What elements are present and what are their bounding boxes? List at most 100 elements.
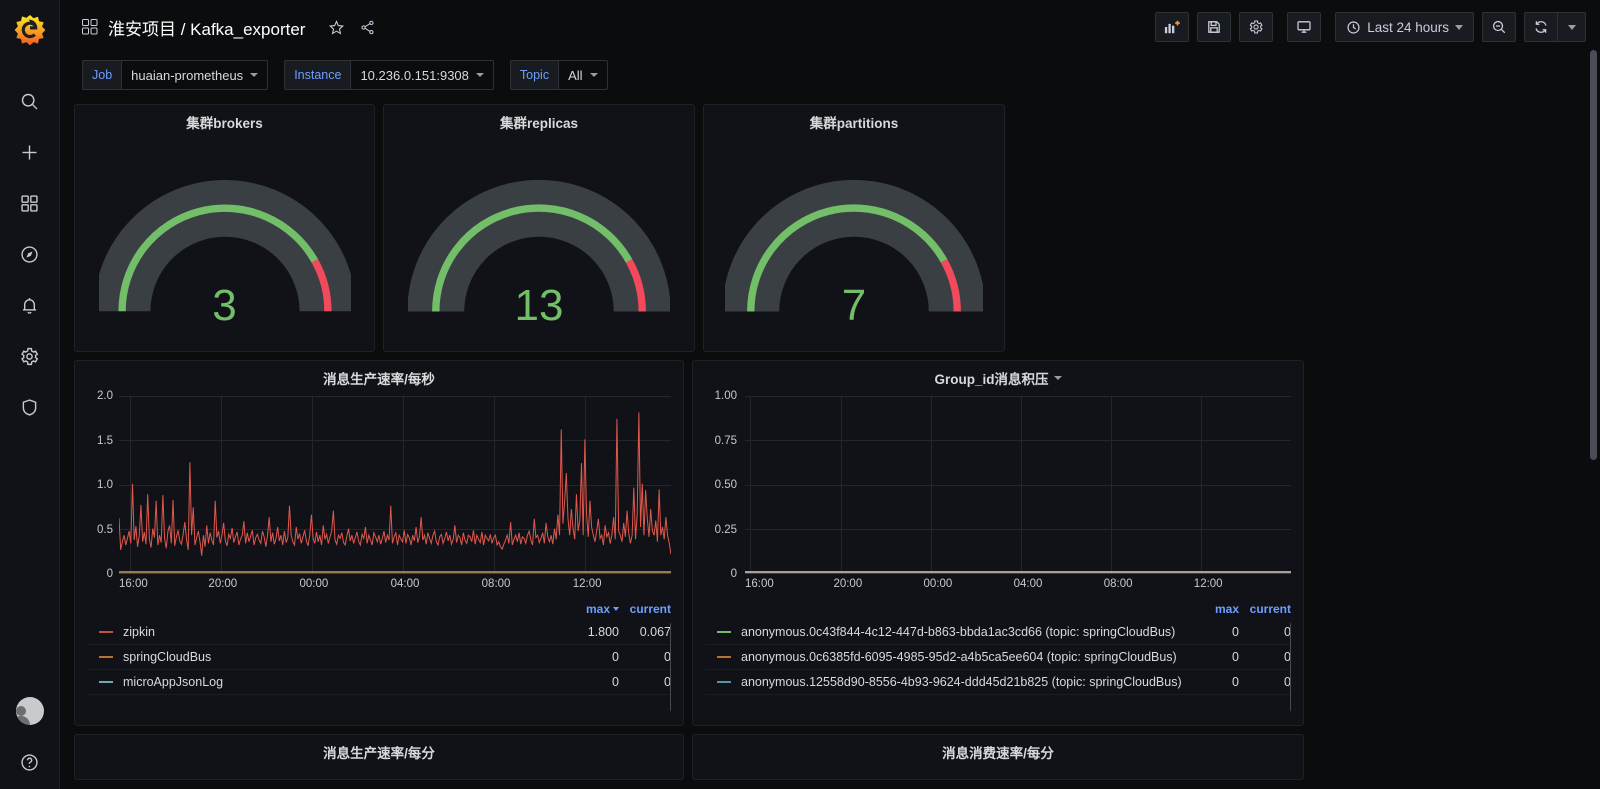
- panel-produce-rate-per-second: 消息生产速率/每秒 2.0 1.5 1.0 0.5 0 16:00 20:00 …: [74, 360, 684, 726]
- panel-produce-rate-per-minute: 消息生产速率/每分: [74, 734, 684, 780]
- x-tick: 04:00: [390, 578, 420, 590]
- variable-job: Job huaian-prometheus: [82, 60, 269, 90]
- panel-title[interactable]: Group_id消息积压: [693, 361, 1303, 390]
- tv-mode-button[interactable]: [1287, 12, 1322, 42]
- dashboards-icon[interactable]: [15, 188, 45, 218]
- panel-title: 消息消费速率/每分: [942, 746, 1054, 761]
- sidebar-bottom: [15, 697, 45, 777]
- legend-item[interactable]: anonymous.12558d90-8556-4b93-9624-ddd45d…: [705, 670, 1291, 695]
- legend-color-swatch: [717, 631, 731, 633]
- y-tick: 1.00: [714, 390, 737, 402]
- star-icon[interactable]: [328, 19, 345, 36]
- template-variables-bar: Job huaian-prometheus Instance 10.236.0.…: [60, 54, 1600, 100]
- legend-sort-max[interactable]: max: [561, 602, 619, 616]
- save-button[interactable]: [1197, 12, 1232, 42]
- legend-scrollbar[interactable]: [670, 622, 671, 712]
- help-icon[interactable]: [15, 747, 45, 777]
- bottom-panels-row: 消息生产速率/每分 消息消费速率/每分: [74, 734, 1586, 780]
- y-tick: 0.5: [97, 523, 113, 536]
- time-range-picker[interactable]: Last 24 hours: [1335, 12, 1474, 42]
- legend-color-swatch: [99, 631, 113, 633]
- alerting-icon[interactable]: [15, 290, 45, 320]
- series-line-flat: [745, 571, 1291, 573]
- legend-header-max[interactable]: max: [1193, 602, 1239, 616]
- plot-area[interactable]: [119, 396, 671, 574]
- variable-job-value: huaian-prometheus: [131, 67, 244, 83]
- panel-cluster-partitions: 集群partitions 7: [703, 104, 1005, 352]
- variable-instance: Instance 10.236.0.151:9308: [284, 60, 494, 90]
- refresh-group: [1524, 12, 1586, 42]
- user-avatar[interactable]: [15, 697, 44, 725]
- gauge-value: 13: [514, 281, 564, 330]
- refresh-button[interactable]: [1524, 12, 1558, 42]
- left-sidebar: [0, 0, 60, 789]
- zoom-out-button[interactable]: [1482, 12, 1516, 42]
- panel-title: 集群partitions: [809, 116, 899, 131]
- x-tick: 20:00: [208, 578, 238, 590]
- panel-consume-rate-per-minute: 消息消费速率/每分: [692, 734, 1304, 780]
- panel-title: 消息生产速率/每分: [323, 746, 435, 761]
- legend-series-name: anonymous.0c6385fd-6095-4985-95d2-a4b5ca…: [741, 650, 1177, 664]
- breadcrumb-title[interactable]: 淮安项目 / Kafka_exporter: [108, 15, 305, 40]
- panel-cluster-brokers: 集群brokers 3: [74, 104, 375, 352]
- x-tick: 16:00: [745, 578, 774, 590]
- legend-header-current[interactable]: current: [619, 602, 671, 616]
- legend-header: max current: [705, 600, 1291, 620]
- gauge-graphic: 13: [384, 134, 694, 351]
- legend-header: max current: [87, 600, 671, 620]
- legend-header-current[interactable]: current: [1239, 602, 1291, 616]
- zero-baseline: [119, 571, 671, 573]
- legend-item[interactable]: anonymous.0c43f844-4c12-447d-b863-bbda1a…: [705, 620, 1291, 645]
- legend-value-current: 0: [1284, 675, 1291, 689]
- x-tick: 16:00: [119, 578, 148, 590]
- configuration-icon[interactable]: [15, 341, 45, 371]
- sidebar-nav: [15, 86, 45, 422]
- legend-item[interactable]: anonymous.0c6385fd-6095-4985-95d2-a4b5ca…: [705, 645, 1291, 670]
- legend-value-current: 0: [1284, 625, 1291, 639]
- explore-icon[interactable]: [15, 239, 45, 269]
- x-tick: 08:00: [481, 578, 511, 590]
- server-admin-icon[interactable]: [15, 392, 45, 422]
- legend-scrollbar[interactable]: [1290, 622, 1291, 712]
- legend-series-name: anonymous.0c43f844-4c12-447d-b863-bbda1a…: [741, 625, 1176, 639]
- search-icon[interactable]: [15, 86, 45, 116]
- panel-title: 集群brokers: [186, 116, 263, 131]
- legend-item[interactable]: microAppJsonLog 0 0: [87, 670, 671, 695]
- variable-instance-select[interactable]: 10.236.0.151:9308: [350, 60, 494, 90]
- legend-series-name: microAppJsonLog: [123, 675, 224, 689]
- legend-value-max: 0: [1232, 625, 1239, 639]
- x-tick: 12:00: [1193, 578, 1223, 590]
- y-tick: 0: [730, 568, 737, 580]
- legend-color-swatch: [99, 656, 113, 658]
- y-tick: 0.25: [714, 523, 737, 536]
- page-scrollbar[interactable]: [1590, 50, 1597, 460]
- legend-series-name: springCloudBus: [123, 650, 212, 664]
- y-tick: 0: [106, 568, 113, 580]
- legend-item[interactable]: springCloudBus 0 0: [87, 645, 671, 670]
- legend: max current anonymous.0c43f844-4c12-447d…: [705, 600, 1291, 725]
- x-tick: 20:00: [833, 578, 863, 590]
- grafana-logo-icon[interactable]: [10, 10, 50, 50]
- add-panel-button[interactable]: [1155, 12, 1190, 42]
- variable-topic-select[interactable]: All: [558, 60, 608, 90]
- series-line-zipkin: [119, 396, 671, 560]
- plot-area[interactable]: [745, 396, 1291, 574]
- y-tick: 0.75: [714, 434, 737, 447]
- refresh-interval-dropdown[interactable]: [1558, 12, 1586, 42]
- create-icon[interactable]: [15, 137, 45, 167]
- legend-value-max: 0: [1232, 650, 1239, 664]
- x-axis: 16:00 20:00 00:00 04:00 08:00 12:00: [745, 576, 1291, 596]
- settings-gear-button[interactable]: [1239, 12, 1274, 42]
- x-tick: 04:00: [1013, 578, 1043, 590]
- variable-job-select[interactable]: huaian-prometheus: [121, 60, 269, 90]
- gauge-graphic: 3: [75, 134, 374, 351]
- legend-value-current: 0: [664, 650, 671, 664]
- chevron-down-icon: [1455, 24, 1463, 30]
- share-icon[interactable]: [359, 19, 376, 36]
- chevron-down-icon[interactable]: [1053, 376, 1062, 380]
- legend-item[interactable]: zipkin 1.800 0.067: [87, 620, 671, 645]
- x-tick: 00:00: [923, 578, 953, 590]
- legend-header-max: max: [585, 602, 610, 616]
- gauges-row: 集群brokers 3 集群replicas 13 集群partitions 7: [74, 104, 1586, 352]
- panel-title: 消息生产速率/每秒: [323, 372, 435, 387]
